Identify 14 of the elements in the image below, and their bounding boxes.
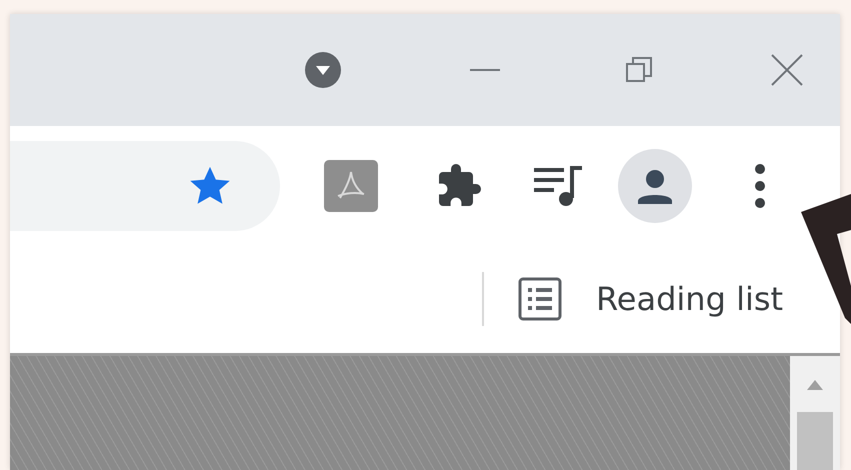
scroll-up-icon[interactable] [807,380,823,390]
profile-avatar-icon[interactable] [618,148,692,222]
list-icon [518,277,562,321]
scrollbar[interactable] [790,356,840,470]
pdf-extension-icon[interactable] [324,160,378,212]
close-icon[interactable] [770,53,804,87]
address-bar[interactable] [10,140,280,230]
menu-icon[interactable] [754,162,766,208]
tab-search-icon[interactable] [304,51,342,89]
star-icon[interactable] [188,164,232,206]
restore-icon[interactable] [624,55,654,85]
scrollbar-thumb[interactable] [797,412,833,470]
reading-list-button[interactable]: Reading list [514,277,788,321]
media-queue-icon[interactable] [532,164,584,208]
